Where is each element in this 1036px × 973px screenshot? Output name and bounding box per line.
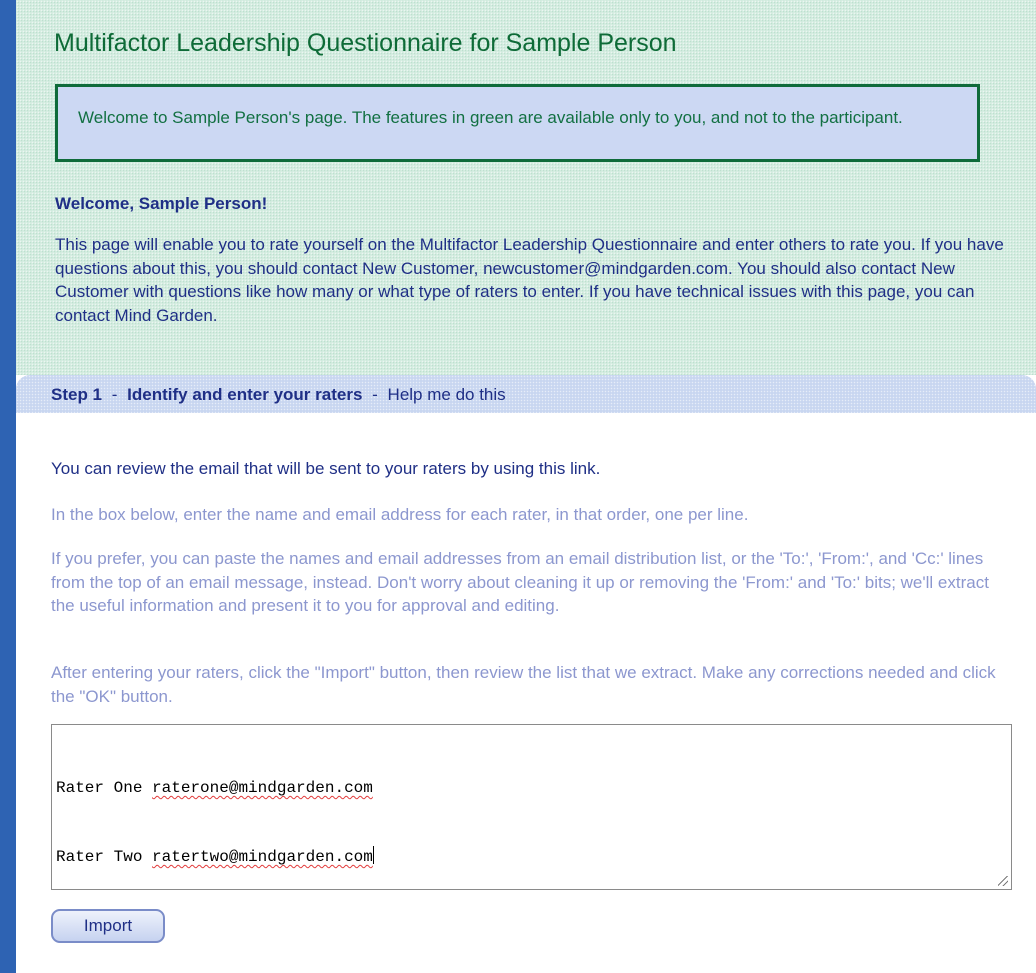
owner-notice-box: Welcome to Sample Person's page. The fea…: [55, 84, 980, 162]
review-email-link[interactable]: You can review the email that will be se…: [51, 457, 1011, 481]
rater-name: Rater Two: [56, 848, 143, 866]
owner-notice-text: Welcome to Sample Person's page. The fea…: [78, 108, 903, 127]
rater-email: ratertwo@mindgarden.com: [152, 848, 373, 866]
welcome-intro-text: This page will enable you to rate yourse…: [55, 235, 1004, 325]
step-title: Identify and enter your raters: [127, 385, 363, 404]
page-title: Multifactor Leadership Questionnaire for…: [54, 29, 677, 57]
paste-instruction-text: If you prefer, you can paste the names a…: [51, 549, 989, 615]
step-separator: -: [372, 385, 378, 404]
step-1-header: Step 1 - Identify and enter your raters …: [16, 375, 1036, 413]
help-me-link[interactable]: Help me do this: [388, 385, 506, 404]
owner-only-section: Multifactor Leadership Questionnaire for…: [16, 0, 1036, 375]
resize-grip-icon[interactable]: [998, 876, 1008, 886]
raters-textarea[interactable]: Rater One raterone@mindgarden.com Rater …: [51, 724, 1012, 890]
step-separator: -: [111, 385, 118, 404]
step-number: Step 1: [51, 385, 103, 404]
text-caret: [372, 846, 374, 864]
rater-line: Rater Two ratertwo@mindgarden.com: [56, 846, 1007, 869]
import-button[interactable]: Import: [51, 909, 165, 943]
import-instruction-text: After entering your raters, click the "I…: [51, 663, 996, 706]
welcome-heading: Welcome, Sample Person!: [55, 194, 268, 213]
rater-line: Rater One raterone@mindgarden.com: [56, 777, 1007, 800]
rater-name: Rater One: [56, 779, 143, 797]
rater-email: raterone@mindgarden.com: [152, 779, 373, 797]
box-instruction-text: In the box below, enter the name and ema…: [51, 505, 749, 524]
